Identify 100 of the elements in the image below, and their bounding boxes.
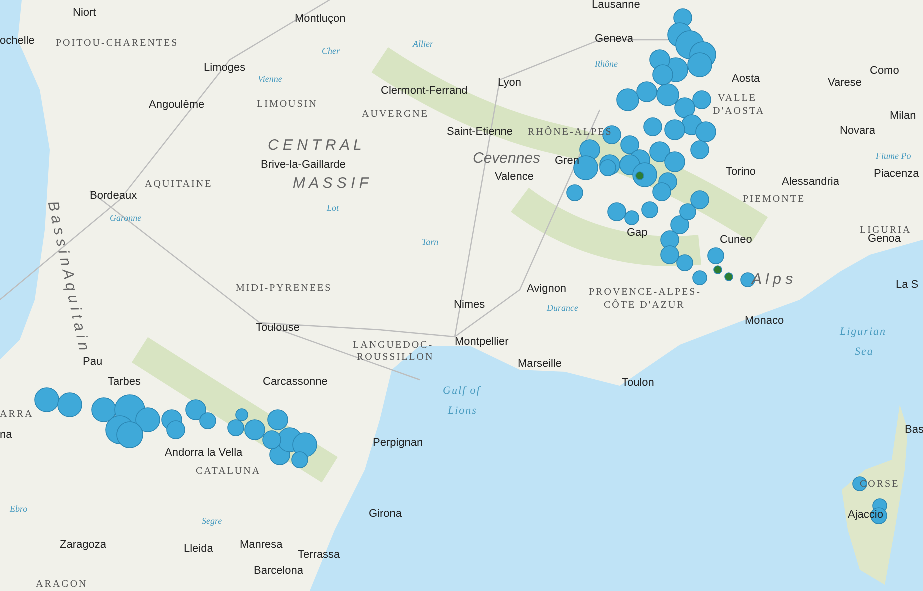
place-label: Andorra la Vella — [165, 448, 243, 459]
place-label: Montluçon — [295, 14, 346, 25]
map-marker[interactable] — [268, 410, 288, 430]
place-label: Como — [870, 66, 900, 77]
place-label: Lleida — [184, 544, 214, 555]
map-marker[interactable] — [714, 266, 722, 274]
place-label: ARAGON — [36, 580, 88, 590]
map-marker[interactable] — [200, 412, 216, 430]
place-label: Brive-la-Gaillarde — [261, 160, 346, 171]
place-label: Limoges — [204, 63, 246, 74]
map-marker[interactable] — [636, 172, 644, 180]
map-marker[interactable] — [228, 420, 244, 436]
map-marker[interactable] — [624, 210, 640, 226]
map-marker[interactable] — [664, 120, 686, 140]
place-label: POITOU-CHARENTES — [56, 39, 179, 49]
map-marker[interactable] — [656, 84, 680, 106]
place-label: CATALUNA — [196, 467, 262, 477]
place-label: Lions — [448, 406, 478, 417]
map-marker[interactable] — [262, 430, 282, 450]
place-label: Lot — [327, 204, 340, 213]
place-label: Aosta — [732, 74, 760, 85]
place-label: Carcassonne — [263, 377, 328, 388]
place-label: Montpellier — [455, 337, 509, 348]
map-marker[interactable] — [724, 272, 734, 282]
map-marker[interactable] — [644, 118, 662, 136]
place-label: Gulf of — [443, 386, 481, 397]
map-marker[interactable] — [236, 408, 248, 422]
place-label: Marseille — [518, 359, 562, 370]
place-label: D'AOSTA — [713, 107, 766, 117]
map-marker[interactable] — [136, 408, 160, 432]
map-marker[interactable] — [642, 202, 658, 218]
place-label: VALLE — [718, 94, 757, 104]
place-label: Vienne — [258, 75, 282, 84]
map-marker[interactable] — [116, 422, 144, 448]
map-marker[interactable] — [292, 452, 308, 468]
place-label: na — [0, 430, 12, 441]
place-label: CÔTE D'AZUR — [604, 301, 686, 311]
place-label: LIMOUSIN — [257, 100, 318, 110]
map-marker[interactable] — [650, 142, 670, 162]
map-marker[interactable] — [680, 204, 696, 220]
place-label: Milan — [890, 111, 916, 122]
map-marker[interactable] — [600, 160, 616, 176]
place-label: Cuneo — [720, 235, 752, 246]
place-label: PIEMONTE — [743, 195, 806, 205]
map-marker[interactable] — [670, 216, 690, 234]
map-marker[interactable] — [674, 98, 696, 118]
place-label: M A S S I F — [293, 176, 369, 191]
place-label: Toulouse — [256, 323, 300, 334]
map-marker[interactable] — [660, 230, 680, 250]
place-label: Bordeaux — [90, 191, 138, 202]
map-marker[interactable] — [58, 392, 82, 418]
place-label: La S — [896, 280, 919, 291]
place-label: ARRA — [0, 410, 34, 420]
place-label: Gap — [627, 228, 648, 239]
map-marker[interactable] — [292, 432, 318, 458]
place-label: Durance — [547, 304, 578, 313]
place-label: LANGUEDOC- — [353, 341, 434, 351]
map-marker[interactable] — [244, 420, 266, 440]
place-label: Monaco — [745, 316, 784, 327]
map-marker[interactable] — [688, 52, 712, 78]
place-label: Torino — [726, 167, 756, 178]
map-marker[interactable] — [664, 152, 686, 172]
map-marker[interactable] — [616, 88, 640, 112]
map-marker[interactable] — [660, 246, 680, 264]
map-marker[interactable] — [690, 190, 710, 210]
place-label: Tarbes — [108, 377, 142, 388]
place-label: Niort — [73, 8, 96, 19]
place-label: Angoulême — [149, 100, 205, 111]
place-label: Terrassa — [298, 550, 340, 561]
place-label: Sea — [855, 347, 874, 358]
map-marker[interactable] — [708, 248, 724, 264]
map-marker[interactable] — [620, 136, 640, 154]
map-marker[interactable] — [608, 202, 626, 222]
map-marker[interactable] — [652, 64, 674, 86]
place-label: C E N T R A L — [268, 138, 362, 153]
place-label: LIGURIA — [860, 226, 912, 236]
map-marker[interactable] — [676, 254, 694, 272]
place-label: ochelle — [0, 36, 35, 47]
place-label: Pau — [83, 357, 103, 368]
map-marker[interactable] — [696, 122, 716, 142]
map-marker[interactable] — [692, 90, 712, 110]
place-label: AQUITAINE — [145, 180, 213, 190]
map-marker[interactable] — [690, 140, 710, 160]
map-marker[interactable] — [692, 270, 708, 286]
place-label: Fiume Po — [876, 152, 912, 161]
map-marker[interactable] — [636, 82, 658, 102]
place-label: ROUSSILLON — [357, 353, 434, 363]
place-label: Clermont-Ferrand — [381, 86, 468, 97]
map-marker[interactable] — [34, 388, 60, 412]
place-label: Manresa — [240, 540, 283, 551]
place-label: Avignon — [527, 284, 567, 295]
place-label: Cher — [322, 47, 340, 56]
place-label: Alessandria — [782, 177, 840, 188]
map-marker[interactable] — [186, 400, 206, 420]
map-marker[interactable] — [166, 420, 186, 440]
place-label: Piacenza — [874, 169, 920, 180]
map-marker[interactable] — [566, 184, 584, 202]
place-label: Nimes — [454, 300, 486, 311]
map-marker[interactable] — [652, 182, 672, 202]
map-marker[interactable] — [92, 398, 116, 422]
